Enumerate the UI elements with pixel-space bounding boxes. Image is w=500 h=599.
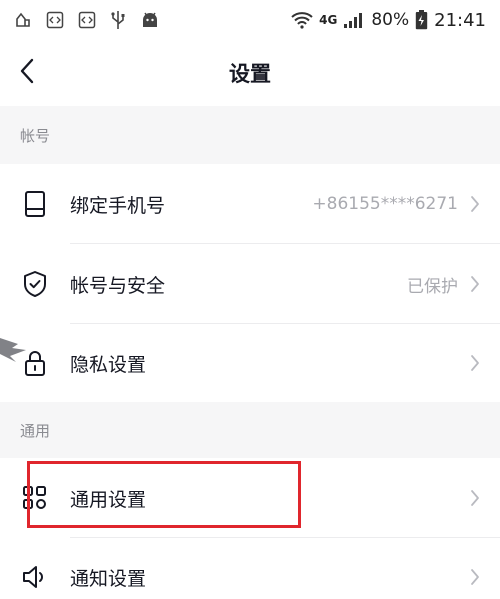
security-status-value: 已保护 xyxy=(407,276,458,297)
highlight-annotation xyxy=(27,461,301,528)
navigation-bar: 设置 xyxy=(0,40,500,106)
chevron-right-icon xyxy=(468,352,482,374)
shield-check-icon xyxy=(20,269,50,299)
watermark-bird-icon xyxy=(0,330,30,374)
row-label: 隐私设置 xyxy=(70,353,147,376)
signal-icon xyxy=(343,12,365,28)
usb-icon xyxy=(110,10,126,30)
row-privacy-settings[interactable]: 隐私设置 xyxy=(0,324,500,402)
network-type-label: 4G xyxy=(319,13,338,27)
status-bar: 4G 80% 21:41 xyxy=(0,0,500,40)
app-notification-icon xyxy=(14,11,32,29)
battery-charging-icon xyxy=(415,10,428,30)
notification-icons xyxy=(14,10,160,30)
code-notification-icon xyxy=(78,11,96,29)
page-title: 设置 xyxy=(229,62,271,86)
wifi-icon xyxy=(291,11,313,29)
android-icon xyxy=(140,11,160,29)
back-button[interactable] xyxy=(10,56,44,90)
system-status: 4G 80% 21:41 xyxy=(291,10,486,31)
chevron-right-icon xyxy=(468,566,482,588)
row-label: 通知设置 xyxy=(70,568,147,590)
row-notification-settings[interactable]: 通知设置 xyxy=(0,538,500,599)
chevron-right-icon xyxy=(468,273,482,295)
code-notification-icon xyxy=(46,11,64,29)
battery-percent: 80% xyxy=(371,10,410,30)
phone-icon xyxy=(20,189,50,219)
chevron-left-icon xyxy=(19,58,35,88)
chevron-right-icon xyxy=(468,487,482,509)
speaker-icon xyxy=(20,562,50,592)
chevron-right-icon xyxy=(468,193,482,215)
row-account-security[interactable]: 帐号与安全 已保护 xyxy=(0,244,500,324)
row-label: 帐号与安全 xyxy=(70,274,166,297)
section-header-account: 帐号 xyxy=(0,106,500,164)
clock: 21:41 xyxy=(434,9,486,31)
section-header-general: 通用 xyxy=(0,402,500,458)
row-bind-phone[interactable]: 绑定手机号 +86155****6271 xyxy=(0,164,500,244)
phone-number-value: +86155****6271 xyxy=(312,194,458,214)
row-label: 绑定手机号 xyxy=(70,194,166,217)
